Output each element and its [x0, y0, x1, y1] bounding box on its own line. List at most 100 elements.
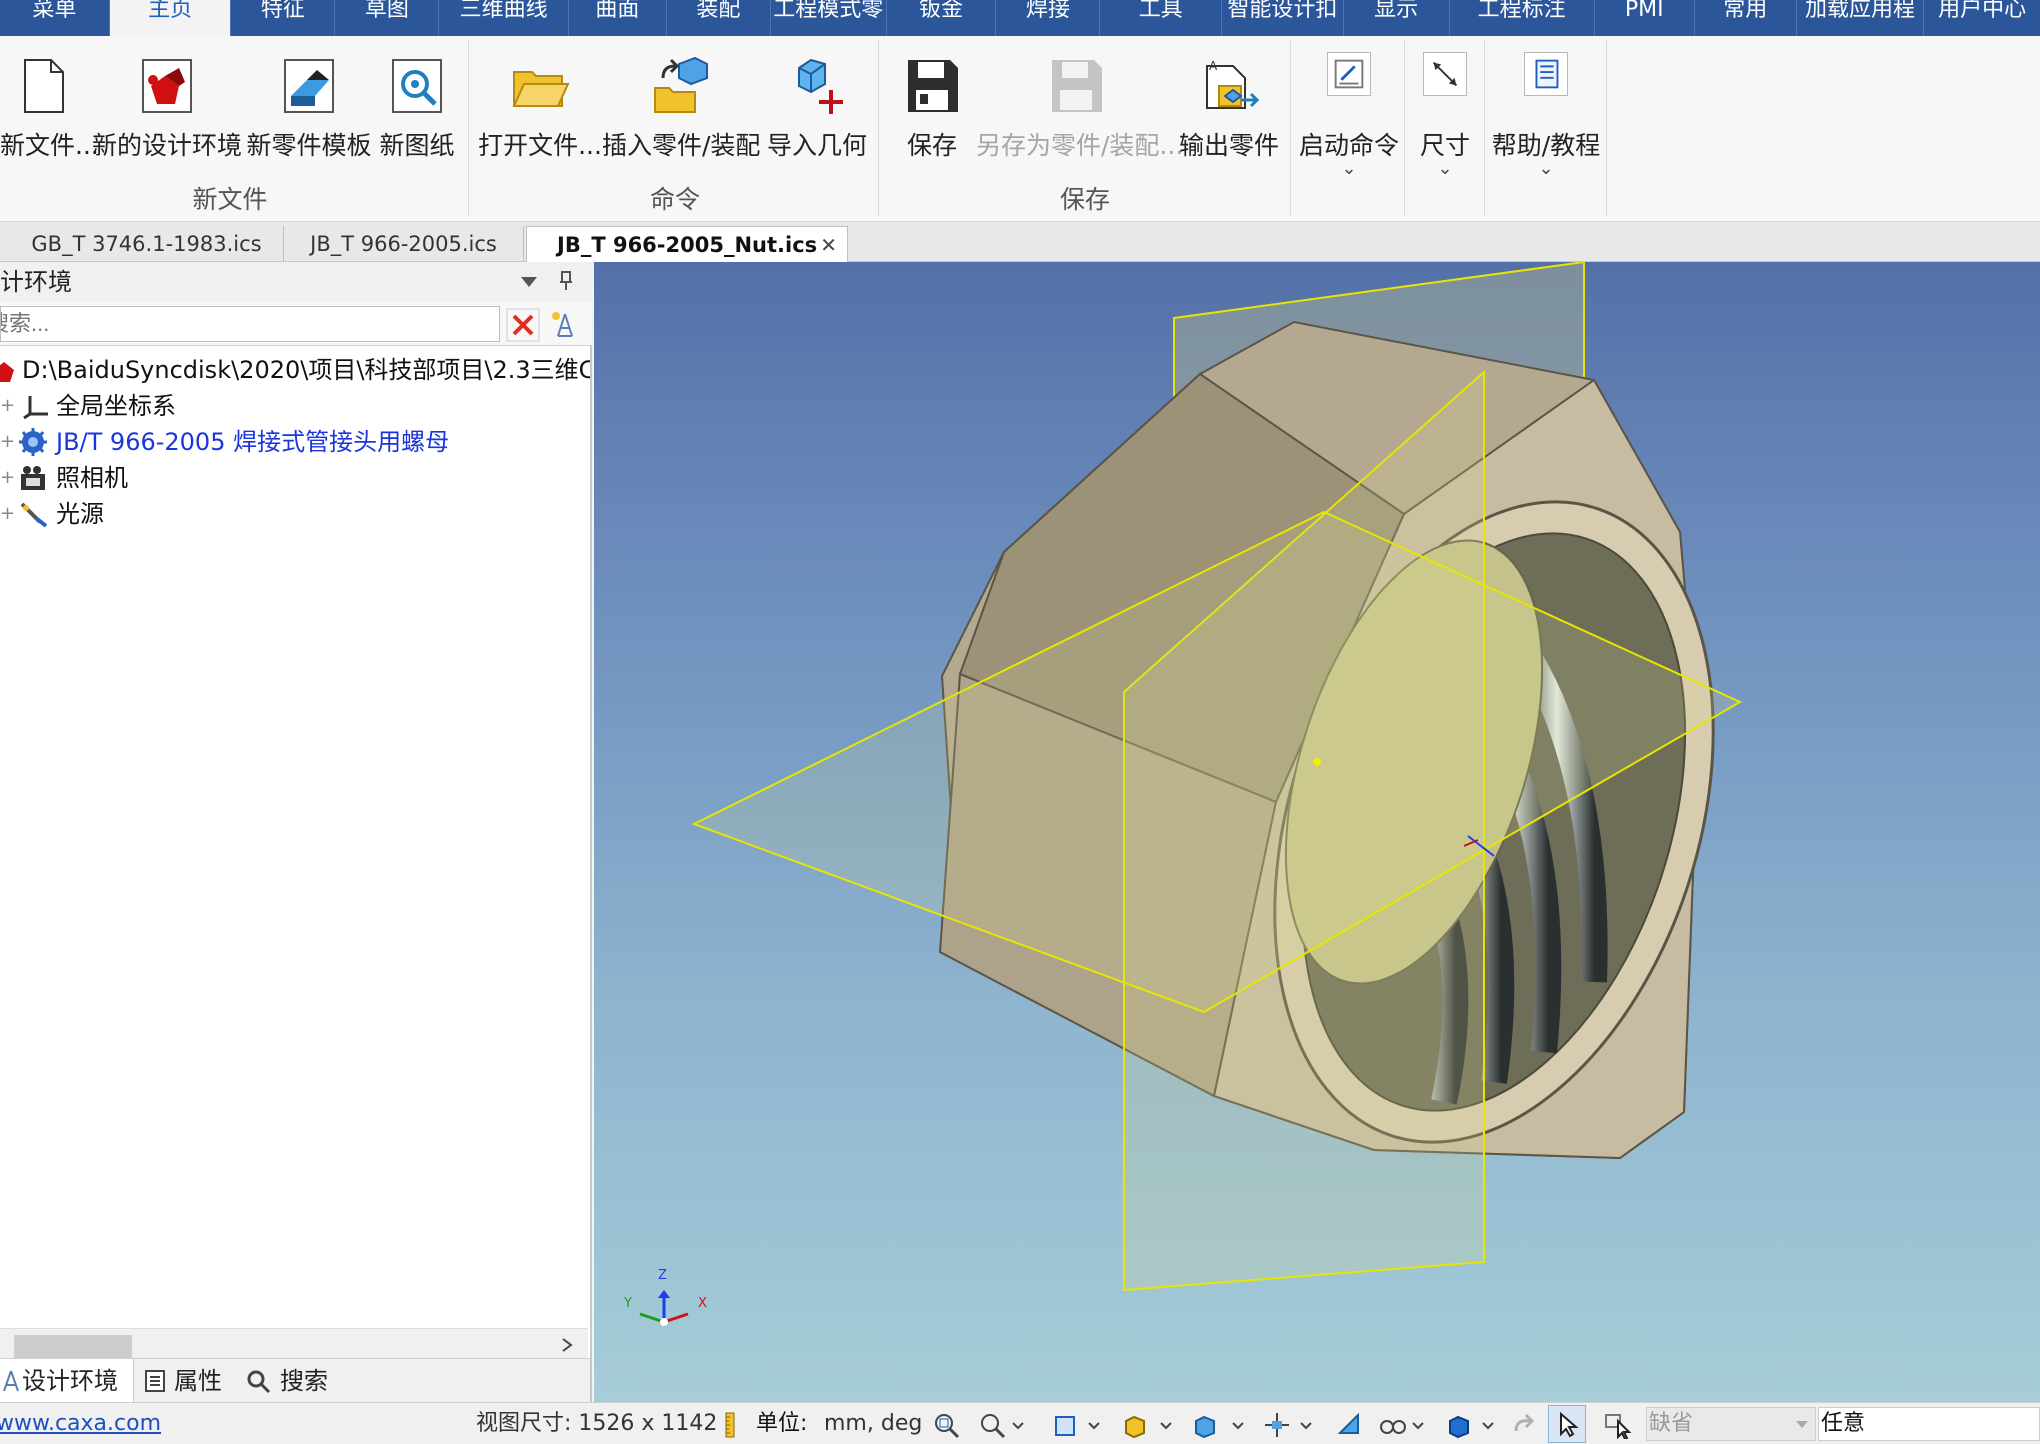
- shaded-cube-icon[interactable]: [1190, 1411, 1220, 1439]
- save-label: 保存: [906, 131, 957, 160]
- tree-item-global-coordinate-system[interactable]: + 全局坐标系: [0, 388, 590, 424]
- tree-expand-icon[interactable]: +: [0, 388, 15, 424]
- insert-part-button[interactable]: 插入零件/装配: [602, 46, 760, 196]
- chevron-down-icon[interactable]: [1480, 1411, 1496, 1439]
- tree-horizontal-scrollbar[interactable]: [0, 1328, 588, 1359]
- open-file-button[interactable]: 打开文件...: [478, 46, 602, 196]
- main-menu-bar: 菜单 主页 特征 草图 三维曲线 曲面 装配 工程模式零 钣金 焊接 工具 智能…: [0, 0, 2040, 36]
- menu-tab-user-center[interactable]: 用户中心: [1924, 0, 2040, 36]
- dimension-dropdown-icon[interactable]: ⌄: [1410, 158, 1480, 179]
- pick-mode-field[interactable]: 任意: [1818, 1407, 2040, 1441]
- new-drawing-icon: [392, 59, 442, 113]
- unit-value[interactable]: mm, deg: [824, 1403, 922, 1444]
- dimension-label: 尺寸: [1419, 131, 1470, 160]
- menu-tab-tools[interactable]: 工具: [1100, 0, 1223, 36]
- scroll-right-icon[interactable]: [560, 1337, 574, 1353]
- menu-tab-display[interactable]: 显示: [1344, 0, 1450, 36]
- close-tab-icon[interactable]: ✕: [820, 227, 837, 263]
- menu-tab-sketch[interactable]: 草图: [335, 0, 440, 36]
- box-view-icon[interactable]: [1120, 1411, 1150, 1439]
- panel-tab-search[interactable]: 搜索: [246, 1359, 346, 1403]
- start-command-button[interactable]: 启动命令 ⌄: [1296, 46, 1402, 196]
- menu-tab-surface[interactable]: 曲面: [569, 0, 667, 36]
- import-geometry-button[interactable]: 导入几何: [762, 46, 872, 196]
- group-label-command: 命令: [649, 185, 700, 214]
- tree-item-nut-part[interactable]: + JB/T 966-2005 焊接式管接头用螺母: [0, 424, 590, 460]
- tree-filter-icon[interactable]: [548, 308, 582, 342]
- tree-expand-icon[interactable]: +: [0, 460, 15, 496]
- help-tutorial-button[interactable]: 帮助/教程 ⌄: [1490, 46, 1602, 196]
- tree-item-light-source[interactable]: + 光源: [0, 496, 590, 532]
- menu-tab-engineering-mode[interactable]: 工程模式零: [771, 0, 887, 36]
- chevron-down-icon[interactable]: [1230, 1411, 1246, 1439]
- menu-tab-smart-design[interactable]: 智能设计扣: [1222, 0, 1344, 36]
- selection-filter-value: 缺省: [1649, 1411, 1694, 1436]
- menu-tab-sheet-metal[interactable]: 钣金: [887, 0, 997, 36]
- tree-item-camera[interactable]: + 照相机: [0, 460, 590, 496]
- redo-disabled-icon: [1514, 1413, 1535, 1432]
- new-design-env-button[interactable]: 新的设计环境: [92, 46, 242, 196]
- chevron-down-icon[interactable]: [1010, 1411, 1026, 1439]
- design-env-icon: [142, 59, 192, 113]
- panel-tab-properties[interactable]: 属性: [144, 1359, 244, 1403]
- doc-tab-jb-t-966[interactable]: JB_T 966-2005.ics: [284, 226, 524, 262]
- caxa-website-link[interactable]: www.caxa.com: [0, 1403, 161, 1444]
- insert-part-icon: [654, 56, 708, 113]
- menu-tab-welding[interactable]: 焊接: [996, 0, 1101, 36]
- tree-expand-icon[interactable]: +: [0, 424, 15, 460]
- panel-tab-design-env[interactable]: 设计环境: [0, 1359, 134, 1403]
- dimension-button[interactable]: 尺寸 ⌄: [1410, 46, 1480, 196]
- blank-document-icon: [24, 59, 64, 113]
- display-mode-icon[interactable]: [1444, 1411, 1474, 1439]
- panel-header: 设计环境: [0, 262, 592, 302]
- chevron-down-icon[interactable]: [1410, 1411, 1426, 1439]
- pan-icon[interactable]: [1262, 1411, 1292, 1439]
- selection-filter-select[interactable]: 缺省: [1646, 1407, 1816, 1441]
- view-orientation-icon[interactable]: [1050, 1411, 1080, 1439]
- section-view-icon[interactable]: [1334, 1411, 1364, 1439]
- design-env-tab-icon: [3, 1370, 19, 1392]
- menu-tab-home[interactable]: 主页: [109, 0, 232, 36]
- chevron-down-icon[interactable]: [1298, 1411, 1314, 1439]
- clear-search-icon[interactable]: [506, 308, 540, 342]
- axis-triad[interactable]: [639, 1290, 689, 1326]
- panel-dropdown-icon[interactable]: [520, 276, 538, 288]
- pin-icon[interactable]: [558, 270, 574, 292]
- menu-tab-pmi[interactable]: PMI: [1595, 0, 1695, 36]
- tree-item-design-env-root[interactable]: D:\BaiduSyncdisk\2020\项目\科技部项目\2.3三维CA: [0, 352, 590, 388]
- zoom-window-icon[interactable]: [932, 1411, 962, 1439]
- doc-tab-jb-t-966-nut[interactable]: JB_T 966-2005_Nut.ics ✕: [526, 226, 848, 262]
- tree-label-nut-part: JB/T 966-2005 焊接式管接头用螺母: [56, 428, 450, 456]
- glasses-icon[interactable]: [1378, 1411, 1408, 1439]
- light-source-icon: [20, 502, 48, 528]
- ribbon: 新文件... 新的设计环境 新零件模板 新图纸 新文件 打开文件... 插入零件…: [0, 36, 2040, 222]
- 3d-viewport[interactable]: Z X Y: [594, 262, 2040, 1402]
- menu-tab-load-apps[interactable]: 加载应用程: [1797, 0, 1925, 36]
- menu-tab-features[interactable]: 特征: [231, 0, 336, 36]
- export-part-button[interactable]: A 输出零件: [1176, 46, 1282, 196]
- panel-tab-design-env-label: 设计环境: [22, 1367, 118, 1395]
- new-drawing-button[interactable]: 新图纸: [376, 46, 458, 196]
- doc-tab-gb-t-3746[interactable]: GB_T 3746.1-1983.ics: [10, 226, 284, 262]
- menu-tab-menu[interactable]: 菜单: [0, 0, 110, 36]
- chevron-down-icon[interactable]: [1158, 1411, 1174, 1439]
- save-button[interactable]: 保存: [888, 46, 976, 196]
- zoom-icon[interactable]: [978, 1411, 1008, 1439]
- help-tutorial-label: 帮助/教程: [1491, 131, 1601, 160]
- menu-tab-engineering-annotation[interactable]: 工程标注: [1450, 0, 1595, 36]
- help-dropdown-icon[interactable]: ⌄: [1490, 158, 1602, 179]
- filter-select-icon[interactable]: [1604, 1411, 1634, 1439]
- new-file-button[interactable]: 新文件...: [0, 46, 99, 196]
- start-command-dropdown-icon[interactable]: ⌄: [1296, 158, 1402, 179]
- menu-tab-common[interactable]: 常用: [1695, 0, 1797, 36]
- import-geometry-label: 导入几何: [766, 131, 867, 160]
- menu-tab-assembly[interactable]: 装配: [667, 0, 771, 36]
- tree-expand-icon[interactable]: +: [0, 496, 15, 532]
- chevron-down-icon[interactable]: [1086, 1411, 1102, 1439]
- scrollbar-thumb[interactable]: [14, 1335, 132, 1359]
- new-part-template-button[interactable]: 新零件模板: [246, 46, 372, 196]
- unit-label: 单位:: [756, 1411, 808, 1436]
- select-tool-button[interactable]: [1548, 1405, 1586, 1443]
- tree-search-input[interactable]: [0, 306, 500, 342]
- menu-tab-3d-curves[interactable]: 三维曲线: [439, 0, 569, 36]
